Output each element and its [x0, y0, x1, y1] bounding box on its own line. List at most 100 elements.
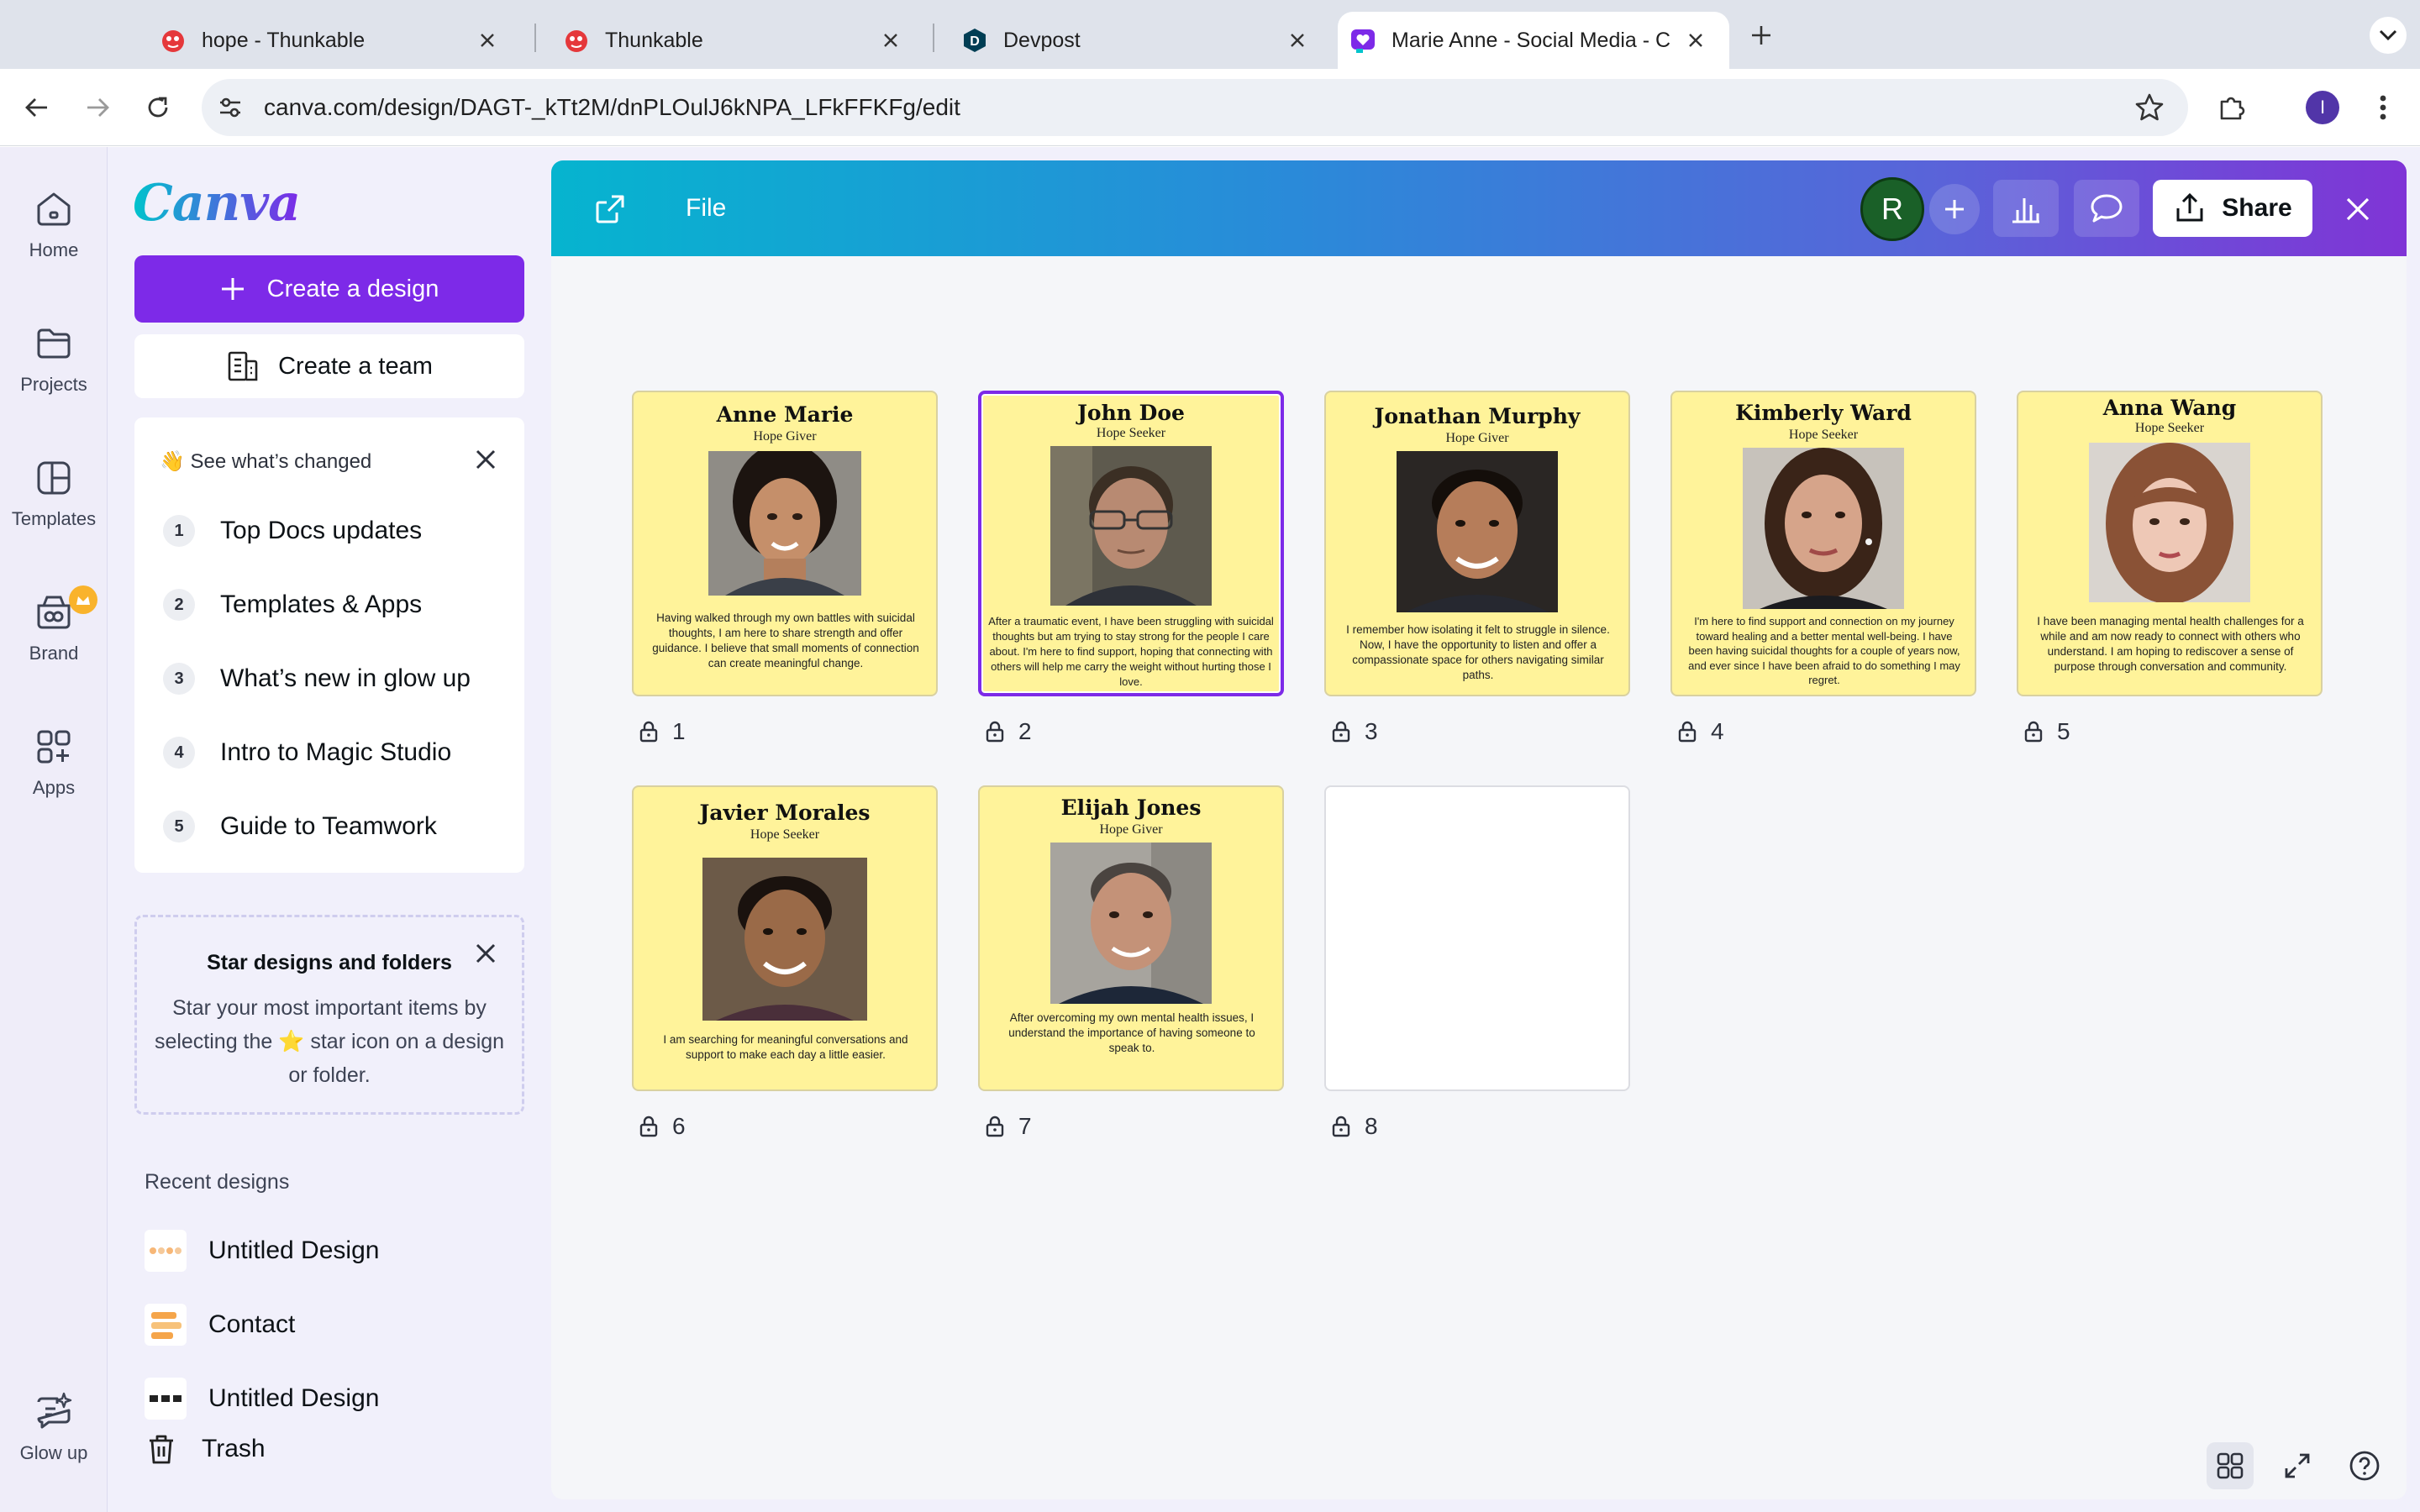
- portrait-photo: [1050, 446, 1212, 606]
- site-info-icon: [220, 97, 240, 118]
- rail-label: Glow up: [19, 1442, 88, 1463]
- grid-view-button[interactable]: [2207, 1442, 2254, 1489]
- rail-item-templates[interactable]: Templates: [0, 456, 108, 530]
- page-thumbnail-8-blank[interactable]: [1324, 785, 1630, 1091]
- browser-tab-thunkable[interactable]: Thunkable: [529, 12, 924, 69]
- close-tab-icon[interactable]: [1681, 25, 1711, 55]
- expand-icon: [2285, 1453, 2310, 1478]
- extensions-button[interactable]: [2212, 87, 2252, 128]
- item-label: Guide to Teamwork: [220, 812, 437, 840]
- plus-icon: [1752, 26, 1770, 45]
- whats-changed-item[interactable]: 2 Templates & Apps: [163, 584, 422, 626]
- tab-search-button[interactable]: [2370, 17, 2407, 54]
- tab-title: hope - Thunkable: [202, 28, 366, 52]
- whats-changed-item[interactable]: 5 Guide to Teamwork: [163, 806, 437, 848]
- rail-label: Projects: [20, 374, 87, 395]
- lock-icon[interactable]: [985, 721, 1005, 743]
- reload-button[interactable]: [138, 87, 178, 128]
- insights-button[interactable]: [1993, 180, 2059, 237]
- bookmark-star-icon[interactable]: [2134, 92, 2165, 123]
- page-number: 1: [672, 718, 686, 744]
- lock-icon[interactable]: [2023, 721, 2044, 743]
- lock-icon[interactable]: [985, 1116, 1005, 1137]
- person-name: Elijah Jones: [1060, 795, 1202, 820]
- recent-design-item[interactable]: Untitled Design: [145, 1373, 379, 1424]
- person-bio: After a traumatic event, I have been str…: [988, 615, 1274, 688]
- forward-button[interactable]: [77, 87, 118, 128]
- rail-label: Home: [29, 239, 79, 260]
- rail-label: Templates: [11, 508, 97, 529]
- close-editor-icon[interactable]: [2341, 192, 2375, 226]
- open-external-icon[interactable]: [593, 192, 627, 226]
- page-card-slot: Elijah Jones Hope Giver After overcoming…: [978, 785, 1284, 1140]
- close-icon[interactable]: [473, 941, 498, 966]
- canva-logo[interactable]: Canva: [133, 174, 301, 233]
- back-button[interactable]: [17, 87, 57, 128]
- lock-icon[interactable]: [639, 1116, 659, 1137]
- recent-design-item[interactable]: Contact: [145, 1299, 295, 1350]
- url-text: canva.com/design/DAGT-_kTt2M/dnPLOulJ6kN…: [264, 94, 960, 120]
- whats-changed-item[interactable]: 1 Top Docs updates: [163, 510, 422, 552]
- person-name: Jonathan Murphy: [1374, 404, 1581, 428]
- page-thumbnail-4[interactable]: Kimberly Ward Hope Seeker I'm here to fi…: [1670, 391, 1976, 696]
- item-label: Templates & Apps: [220, 591, 423, 618]
- invite-collaborator-button[interactable]: [1929, 184, 1980, 234]
- close-tab-icon[interactable]: [876, 25, 906, 55]
- browser-menu-button[interactable]: [2363, 87, 2403, 128]
- close-tab-icon[interactable]: [1282, 25, 1313, 55]
- comments-button[interactable]: [2074, 180, 2139, 237]
- page-meta: 8: [1331, 1113, 1630, 1140]
- rail-item-brand[interactable]: Brand: [0, 585, 108, 664]
- close-tab-icon[interactable]: [472, 25, 502, 55]
- person-name: Javier Morales: [699, 801, 871, 825]
- rail-item-apps[interactable]: Apps: [0, 725, 108, 799]
- page-number: 8: [1365, 1113, 1378, 1139]
- create-design-button[interactable]: Create a design: [134, 255, 524, 323]
- folder-icon: [37, 328, 71, 359]
- whats-changed-item[interactable]: 3 What’s new in glow up: [163, 658, 471, 700]
- lock-icon[interactable]: [639, 721, 659, 743]
- help-button[interactable]: [2341, 1442, 2388, 1489]
- address-bar[interactable]: canva.com/design/DAGT-_kTt2M/dnPLOulJ6kN…: [202, 79, 2188, 136]
- close-icon[interactable]: [472, 446, 499, 473]
- new-tab-button[interactable]: [1744, 18, 1778, 52]
- page-thumbnail-7[interactable]: Elijah Jones Hope Giver After overcoming…: [978, 785, 1284, 1091]
- rail-label: Brand: [29, 643, 79, 664]
- page-card-slot: Javier Morales Hope Seeker I am searchin…: [632, 785, 938, 1140]
- page-card-slot: Anne Marie Hope Giver Having walked thro…: [632, 391, 938, 745]
- person-role: Hope Seeker: [1096, 426, 1166, 440]
- rail-item-home[interactable]: Home: [0, 187, 108, 261]
- page-thumbnail-3[interactable]: Jonathan Murphy Hope Giver I remember ho…: [1324, 391, 1630, 696]
- file-menu[interactable]: File: [686, 160, 726, 256]
- share-button[interactable]: Share: [2153, 180, 2312, 237]
- recent-design-item[interactable]: Untitled Design: [145, 1226, 379, 1276]
- collaborator-avatar[interactable]: R: [1860, 177, 1924, 241]
- create-team-button[interactable]: Create a team: [134, 334, 524, 398]
- browser-tab-bar: hope - Thunkable Thunkable D Devpost Mar…: [0, 0, 2420, 69]
- trash-button[interactable]: Trash: [145, 1432, 266, 1466]
- page-thumbnail-2-selected[interactable]: John Doe Hope Seeker After a traumatic e…: [978, 391, 1284, 696]
- lock-icon[interactable]: [1677, 721, 1697, 743]
- recent-design-label: Untitled Design: [208, 1384, 380, 1412]
- page-thumbnail-6[interactable]: Javier Morales Hope Seeker I am searchin…: [632, 785, 938, 1091]
- rail-item-projects[interactable]: Projects: [0, 322, 108, 396]
- browser-profile-avatar[interactable]: I: [2306, 91, 2339, 124]
- rail-label: Apps: [32, 777, 76, 798]
- page-meta: 3: [1331, 718, 1630, 745]
- browser-tab-hope-thunkable[interactable]: hope - Thunkable: [126, 12, 521, 69]
- page-thumbnail-5[interactable]: Anna Wang Hope Seeker I have been managi…: [2017, 391, 2323, 696]
- page-card-slot: Anna Wang Hope Seeker I have been managi…: [2017, 391, 2323, 745]
- browser-tab-devpost[interactable]: D Devpost: [928, 12, 1331, 69]
- lock-icon[interactable]: [1331, 1116, 1351, 1137]
- trash-label: Trash: [202, 1435, 266, 1462]
- page-number: 6: [672, 1113, 686, 1139]
- canva-app: Home Projects Templates Brand Apps Glow …: [0, 147, 2420, 1512]
- page-number: 5: [2057, 718, 2070, 744]
- fullscreen-button[interactable]: [2274, 1442, 2321, 1489]
- page-thumbnail-1[interactable]: Anne Marie Hope Giver Having walked thro…: [632, 391, 938, 696]
- portrait-photo: [2089, 443, 2250, 602]
- lock-icon[interactable]: [1331, 721, 1351, 743]
- rail-item-glow-up[interactable]: Glow up: [0, 1390, 108, 1464]
- browser-tab-canva-active[interactable]: Marie Anne - Social Media - C: [1338, 12, 1729, 69]
- whats-changed-item[interactable]: 4 Intro to Magic Studio: [163, 732, 451, 774]
